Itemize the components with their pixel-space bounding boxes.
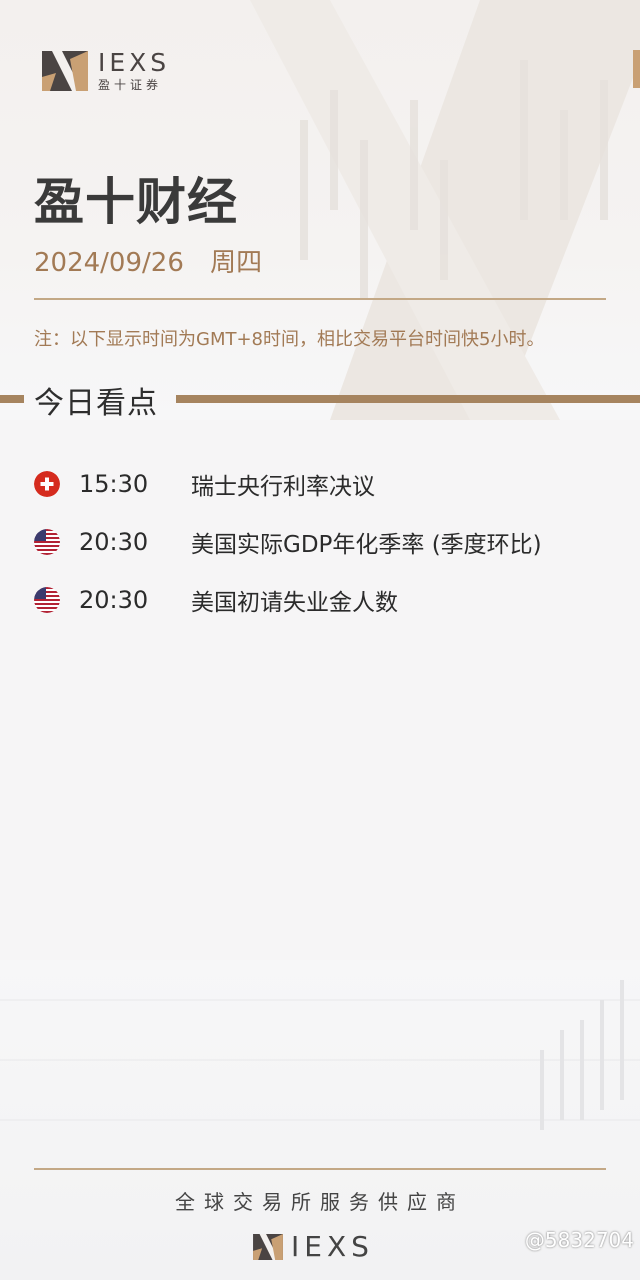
us-flag-icon: [34, 587, 60, 613]
event-item: 20:30 美国实际GDP年化季率 (季度环比): [34, 513, 542, 571]
us-flag-icon: [34, 529, 60, 555]
page-title: 盈十财经: [34, 173, 238, 231]
date-text: 2024/09/26: [34, 248, 184, 278]
section-bar-right: [176, 395, 640, 403]
event-time: 20:30: [79, 528, 149, 556]
footer-brand-text: IEXS: [291, 1230, 374, 1263]
event-item: 15:30 瑞士央行利率决议: [34, 455, 542, 513]
event-title: 美国初请失业金人数: [191, 590, 398, 616]
brand-logo: IEXS 盈十证券: [42, 50, 170, 91]
section-bar-left: [0, 395, 24, 403]
iexs-logo-icon: [42, 50, 88, 91]
event-item: 20:30 美国初请失业金人数: [34, 571, 542, 629]
timezone-note: 注：以下显示时间为GMT+8时间，相比交易平台时间快5小时。: [34, 329, 545, 350]
event-title: 美国实际GDP年化季率 (季度环比): [191, 532, 542, 558]
section-title: 今日看点: [34, 386, 158, 421]
footer-tagline: 全球交易所服务供应商: [175, 1190, 465, 1214]
event-list: 15:30 瑞士央行利率决议 20:30 美国实际GDP年化季率 (季度环比) …: [34, 455, 542, 629]
event-title: 瑞士央行利率决议: [191, 474, 375, 500]
iexs-logo-icon: [253, 1233, 283, 1260]
switzerland-flag-icon: [34, 471, 60, 497]
event-time: 20:30: [79, 586, 149, 614]
accent-bar: [633, 50, 640, 88]
weekday-text: 周四: [210, 248, 263, 278]
section-header: 今日看点: [0, 378, 640, 421]
date-line: 2024/09/26 周四: [34, 242, 262, 279]
footer-logo: IEXS: [253, 1230, 374, 1263]
logo-subtitle: 盈十证券: [98, 78, 163, 92]
watermark: @5832704: [524, 1228, 634, 1252]
logo-brand-text: IEXS: [98, 48, 171, 77]
event-time: 15:30: [79, 470, 149, 498]
divider: [34, 298, 606, 300]
footer-divider: [34, 1168, 606, 1170]
